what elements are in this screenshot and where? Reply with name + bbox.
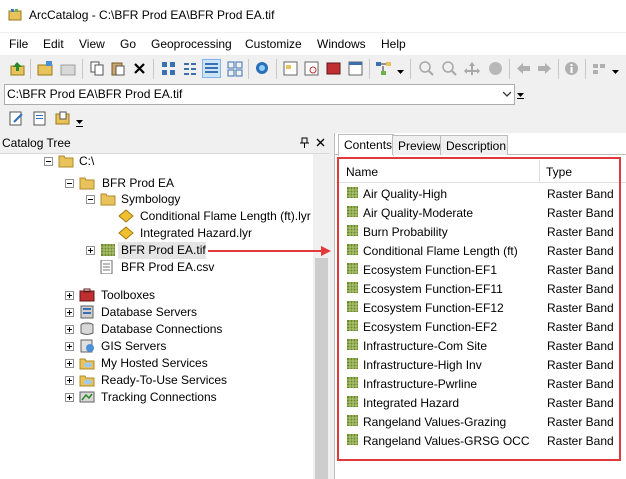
delete-icon[interactable]: [131, 60, 148, 77]
large-icons-view-icon[interactable]: [160, 60, 177, 77]
import-metadata-icon[interactable]: [54, 110, 71, 127]
chevron-down-icon[interactable]: [503, 90, 511, 98]
standard-toolbar: [0, 55, 626, 83]
tree-node-database-connections[interactable]: Database Connections: [64, 321, 264, 338]
location-value: C:\BFR Prod EA\BFR Prod EA.tif: [7, 87, 183, 101]
tree-node-bfr-prod-ea-tif[interactable]: BFR Prod EA.tif: [85, 242, 290, 259]
menu-geoprocessing[interactable]: Geoprocessing: [151, 37, 232, 51]
tree-node-conditional-flame-length-lyr[interactable]: Conditional Flame Length (ft).lyr: [118, 208, 318, 225]
tree-node-bfr-prod-ea-csv[interactable]: BFR Prod EA.csv: [99, 259, 279, 276]
tree-node-symbology-folder[interactable]: Symbology: [85, 191, 285, 208]
tree-node-toolboxes[interactable]: Toolboxes: [64, 287, 264, 304]
expand-icon[interactable]: [65, 359, 74, 368]
expand-icon[interactable]: [65, 376, 74, 385]
pan-icon[interactable]: [464, 60, 481, 77]
menu-go[interactable]: Go: [120, 37, 136, 51]
create-thumbnail-icon[interactable]: [591, 60, 608, 77]
launch-arcmap-icon[interactable]: [254, 60, 271, 77]
layer-file-icon: [118, 209, 134, 223]
folder-icon: [100, 193, 116, 206]
location-toolbar-dropdown-icon[interactable]: [516, 88, 525, 100]
catalog-tree-window-icon[interactable]: [282, 60, 299, 77]
database-server-icon: [80, 305, 94, 319]
toolbox-icon: [79, 288, 95, 302]
expand-icon[interactable]: [65, 308, 74, 317]
tree-node-integrated-hazard-lyr[interactable]: Integrated Hazard.lyr: [118, 225, 298, 242]
folder-icon: [79, 177, 95, 190]
disconnect-folder-icon[interactable]: [60, 60, 77, 77]
pin-icon[interactable]: [300, 137, 309, 148]
python-window-icon[interactable]: [347, 60, 364, 77]
title-bar: ArcCatalog - C:\BFR Prod EA\BFR Prod EA.…: [0, 0, 626, 32]
collapse-icon[interactable]: [65, 179, 74, 188]
collapse-icon[interactable]: [44, 157, 53, 166]
scrollbar-thumb[interactable]: [315, 258, 328, 479]
raster-dataset-icon: [101, 244, 115, 256]
cloud-folder-icon: [79, 358, 95, 370]
zoom-in-icon[interactable]: [418, 60, 435, 77]
tab-contents[interactable]: Contents: [338, 134, 394, 156]
menu-file[interactable]: File: [9, 37, 28, 51]
toolbar-overflow-dropdown-icon[interactable]: [612, 68, 619, 75]
paste-icon[interactable]: [110, 60, 127, 77]
tree-node-gis-servers[interactable]: GIS Servers: [64, 338, 264, 355]
menu-view[interactable]: View: [79, 37, 105, 51]
tree-node-database-servers[interactable]: Database Servers: [64, 304, 264, 321]
gis-server-icon: [80, 339, 94, 353]
arccatalog-app-icon: [8, 9, 22, 21]
database-connection-icon: [80, 322, 94, 335]
tree-node-tracking-connections[interactable]: Tracking Connections: [64, 389, 264, 406]
full-extent-icon[interactable]: [487, 60, 504, 77]
menu-customize[interactable]: Customize: [245, 37, 302, 51]
edit-metadata-icon[interactable]: [8, 110, 25, 127]
expand-icon[interactable]: [65, 325, 74, 334]
catalog-tree-scrollbar[interactable]: [313, 154, 330, 479]
catalog-tree-header: Catalog Tree: [0, 133, 330, 154]
metadata-toolbar: [0, 106, 626, 132]
expand-icon[interactable]: [65, 342, 74, 351]
layer-file-icon: [118, 226, 134, 240]
toolbar-dropdown-icon[interactable]: [397, 68, 404, 75]
tracking-connection-icon: [79, 391, 95, 403]
catalog-tree-title: Catalog Tree: [2, 136, 71, 150]
zoom-out-icon[interactable]: [441, 60, 458, 77]
model-builder-icon[interactable]: [375, 60, 392, 77]
menu-windows[interactable]: Windows: [317, 37, 366, 51]
identify-icon[interactable]: [563, 60, 580, 77]
forward-arrow-icon[interactable]: [536, 60, 553, 77]
tree-node-my-hosted-services[interactable]: My Hosted Services: [64, 355, 264, 372]
search-window-icon[interactable]: [303, 60, 320, 77]
metadata-toolbar-dropdown-icon[interactable]: [76, 118, 83, 127]
back-arrow-icon[interactable]: [515, 60, 532, 77]
up-one-level-icon[interactable]: [9, 60, 26, 77]
folder-icon: [58, 155, 74, 168]
connect-folder-icon[interactable]: [37, 60, 54, 77]
close-icon[interactable]: [316, 138, 325, 147]
details-view-icon[interactable]: [202, 59, 221, 78]
cloud-folder-icon: [79, 375, 95, 387]
tree-node-bfr-prod-ea-folder[interactable]: BFR Prod EA: [64, 175, 264, 192]
tab-preview[interactable]: Preview: [392, 135, 442, 155]
expand-icon[interactable]: [65, 291, 74, 300]
annotation-highlight-box: [337, 157, 621, 461]
location-combobox[interactable]: C:\BFR Prod EA\BFR Prod EA.tif: [4, 84, 515, 105]
collapse-icon[interactable]: [86, 195, 95, 204]
window-title: ArcCatalog - C:\BFR Prod EA\BFR Prod EA.…: [29, 8, 275, 22]
menu-edit[interactable]: Edit: [43, 37, 64, 51]
tree-node-c-drive[interactable]: C:\: [43, 153, 243, 170]
copy-icon[interactable]: [89, 60, 106, 77]
menu-bar: File Edit View Go Geoprocessing Customiz…: [0, 33, 626, 55]
thumbnails-view-icon[interactable]: [226, 60, 243, 77]
menu-help[interactable]: Help: [381, 37, 406, 51]
tab-description[interactable]: Description: [440, 135, 508, 155]
metadata-properties-icon[interactable]: [31, 110, 48, 127]
arctoolbox-window-icon[interactable]: [325, 60, 342, 77]
tree-node-ready-to-use-services[interactable]: Ready-To-Use Services: [64, 372, 264, 389]
list-view-icon[interactable]: [182, 60, 199, 77]
expand-icon[interactable]: [86, 246, 95, 255]
expand-icon[interactable]: [65, 393, 74, 402]
text-file-icon: [100, 260, 113, 274]
